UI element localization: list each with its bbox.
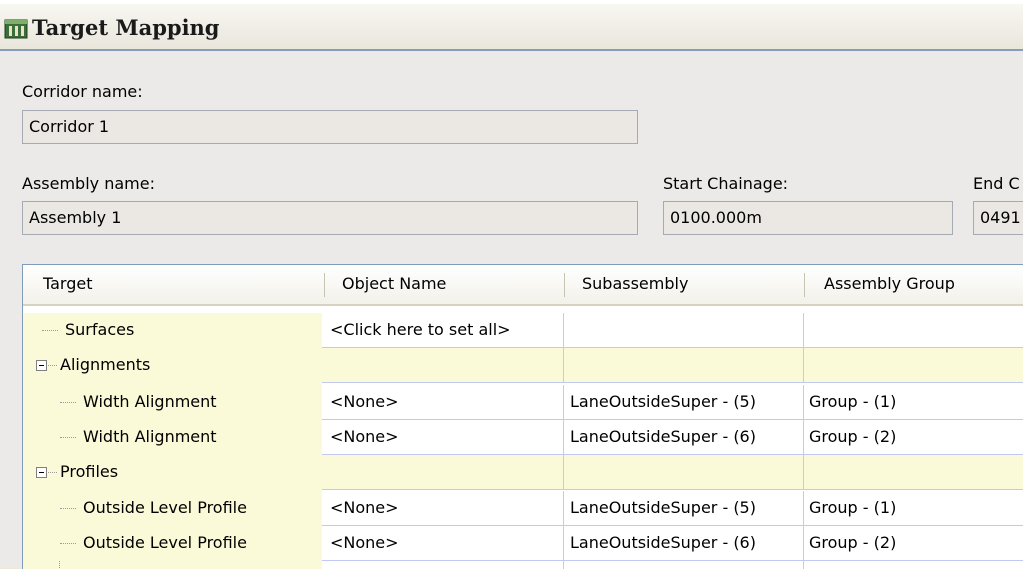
target-cell: Outside Level Profile (23, 491, 322, 526)
table-row[interactable]: Profiles (23, 455, 1023, 490)
assembly-group-cell: Group - (1) (804, 491, 1023, 526)
target-mapping-icon (4, 18, 28, 44)
tree-item-label: Profiles (60, 462, 119, 481)
start-chainage-field[interactable]: 0100.000m (663, 201, 953, 235)
object-name-cell[interactable]: <None> (322, 491, 564, 526)
corridor-name-label: Corridor name: (22, 82, 143, 101)
assembly-name-label: Assembly name: (22, 174, 155, 193)
target-cell: Profiles (23, 455, 322, 490)
window-title: Target Mapping (32, 15, 220, 40)
tree-item-label: Alignments (60, 355, 151, 374)
subassembly-cell (564, 455, 804, 490)
assembly-group-cell (804, 348, 1023, 383)
grid-header: Target Object Name Subassembly Assembly … (23, 265, 1023, 306)
object-name-cell[interactable]: <None> (322, 420, 564, 455)
column-header-object-name[interactable]: Object Name (331, 265, 446, 304)
target-mapping-grid: Target Object Name Subassembly Assembly … (22, 264, 1023, 569)
tree-item-label: Surfaces (65, 320, 135, 339)
object-name-cell[interactable]: <None> (322, 385, 564, 420)
column-divider[interactable] (804, 273, 805, 297)
tree-line (60, 437, 76, 438)
corridor-name-field[interactable]: Corridor 1 (22, 110, 638, 144)
column-divider[interactable] (324, 273, 325, 297)
tree-line (60, 508, 76, 509)
subassembly-cell: LaneOutsideSuper - (5) (564, 385, 804, 420)
tree-item-label: Width Alignment (83, 392, 217, 411)
target-cell: Width Alignment (23, 385, 322, 420)
tree-item-label: Outside Level Profile (83, 498, 247, 517)
target-cell: Surfaces (23, 313, 322, 348)
subassembly-cell: LaneOutsideSuper - (6) (564, 420, 804, 455)
object-name-cell[interactable]: <Click here to set all> (322, 313, 564, 348)
tree-line (48, 472, 57, 473)
table-row[interactable]: Alignments (23, 348, 1023, 383)
assembly-group-cell: Group - (2) (804, 420, 1023, 455)
object-name-cell (322, 455, 564, 490)
end-chainage-field[interactable]: 0491 (973, 201, 1023, 235)
column-header-assembly-group[interactable]: Assembly Group (813, 265, 955, 304)
object-name-cell[interactable]: <None> (322, 526, 564, 561)
subassembly-cell (564, 313, 804, 348)
title-bar: Target Mapping (0, 0, 1023, 51)
assembly-group-cell (804, 455, 1023, 490)
tree-line (42, 330, 58, 331)
assembly-name-field[interactable]: Assembly 1 (22, 201, 638, 235)
subassembly-cell: LaneOutsideSuper - (5) (564, 491, 804, 526)
table-row[interactable]: Outside Level Profile <None> LaneOutside… (23, 526, 1023, 561)
tree-line (60, 543, 76, 544)
table-row[interactable]: Width Alignment <None> LaneOutsideSuper … (23, 385, 1023, 420)
target-cell: Alignments (23, 348, 322, 383)
column-divider[interactable] (564, 273, 565, 297)
table-row[interactable]: Width Alignment <None> LaneOutsideSuper … (23, 420, 1023, 455)
tree-item-label: Outside Level Profile (83, 533, 247, 552)
target-cell: Outside Level Profile (23, 526, 322, 561)
object-name-cell (322, 348, 564, 383)
column-header-subassembly[interactable]: Subassembly (571, 265, 688, 304)
assembly-group-cell: Group - (2) (804, 526, 1023, 561)
tree-item-label: Width Alignment (83, 427, 217, 446)
subassembly-cell (564, 348, 804, 383)
tree-line (48, 365, 57, 366)
collapse-icon[interactable] (36, 467, 47, 478)
title-bar-top-edge (0, 0, 1023, 4)
end-chainage-label: End C (973, 174, 1020, 193)
subassembly-cell: LaneOutsideSuper - (6) (564, 526, 804, 561)
collapse-icon[interactable] (36, 360, 47, 371)
column-header-target[interactable]: Target (32, 265, 93, 304)
table-row[interactable]: Surfaces <Click here to set all> (23, 313, 1023, 348)
assembly-group-cell: Group - (1) (804, 385, 1023, 420)
tree-line (60, 402, 76, 403)
start-chainage-label: Start Chainage: (663, 174, 789, 193)
table-row[interactable]: Outside Level Profile <None> LaneOutside… (23, 491, 1023, 526)
assembly-group-cell (804, 313, 1023, 348)
target-cell: Width Alignment (23, 420, 322, 455)
